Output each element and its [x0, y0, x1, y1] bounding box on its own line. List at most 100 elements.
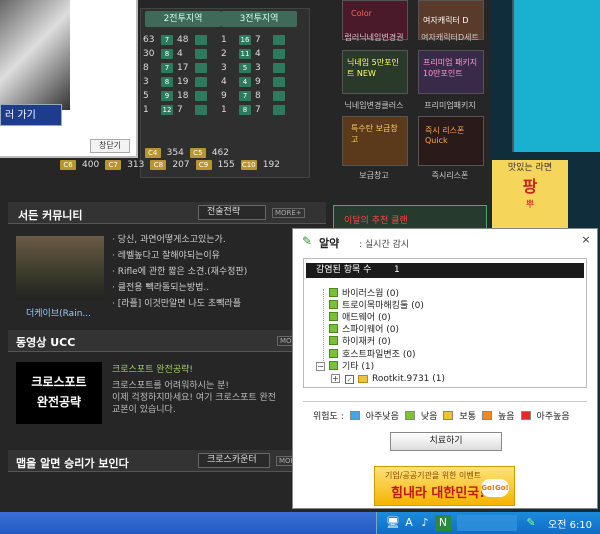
alyac-close-button[interactable]: × [579, 233, 593, 247]
grid-cell: 9 [255, 77, 261, 87]
stat-badge: C6 [60, 160, 76, 170]
grid-badge: 8 [239, 105, 251, 115]
risk-swatch [443, 411, 454, 420]
banner-6-label[interactable]: 즉시리스폰 [412, 170, 488, 181]
grid-cell: 7 [177, 105, 183, 115]
banner-5-label[interactable]: 보급창고 [336, 170, 412, 181]
grid-badge: 12 [161, 105, 173, 115]
event-banner[interactable]: 기업/공공기관을 위한 이벤트 힘내라 대한민국! Go!Go! [374, 466, 515, 506]
zone-2-header[interactable]: 2전투지역 [145, 11, 221, 27]
banner-2-label[interactable]: 여자캐릭터D세트 [412, 32, 488, 43]
grid-badge: 9 [161, 91, 173, 101]
ucc-thumb-line1: 크로스포트 [31, 375, 87, 389]
clan-recommend-title[interactable]: 이달의 추천 클랜 [344, 213, 408, 226]
grid-badge [195, 49, 207, 59]
ramen-ad-banner[interactable]: 맛있는 라면 팡 뿌 [492, 160, 568, 232]
alyac-tray-icon[interactable]: ✎ [523, 515, 539, 531]
grid-cell: 2 [221, 49, 227, 59]
banner-nickname[interactable]: 닉네임 5만포인트 NEW [342, 50, 408, 94]
ucc-desc-line: 이제 걱정하지마세요! 여기 크로스포트 완전 [112, 393, 277, 403]
grid-row: 1 12 7 [143, 103, 207, 117]
community-more-link[interactable]: MORE+ [272, 208, 305, 218]
network-icon[interactable]: 🖥 [385, 515, 401, 531]
rootkit-label: Rootkit.9731 (1) [372, 374, 446, 384]
risk-level-text: 아주낮음 [365, 412, 399, 422]
alyac-alert-popup: ✎ 알약 : 실시간 감시 × 감염된 항목 수 1 바이러스웜 (0) 트로이목… [292, 228, 598, 509]
community-list-item[interactable]: · Rifle에 관한 짧은 소견.(재수정판) [112, 264, 247, 277]
community-thumb-caption[interactable]: 더케이브(Rain... [26, 306, 91, 319]
banner-respawn[interactable]: 즉시 리스폰 Quick [418, 116, 484, 166]
community-title: 서든 커뮤니티 [18, 209, 83, 222]
grid-badge: 8 [161, 49, 173, 59]
detection-category[interactable]: 애드웨어 (0) [329, 310, 391, 323]
detection-category[interactable]: 바이러스웜 (0) [329, 286, 400, 299]
stat-value: 207 [172, 160, 190, 170]
tree-subitem-rootkit[interactable]: ✓ Rootkit.9731 (1) [345, 373, 445, 385]
banner-1-label[interactable]: 럽러닉네임변경권 [336, 32, 412, 43]
ucc-description: 크로스포트를 어려워하시는 분! 이제 걱정하지마세요! 여기 크로스포트 완전… [112, 380, 276, 416]
stat-badge: C8 [150, 160, 167, 170]
tree-expand-toggle[interactable]: + [331, 374, 340, 383]
banner-4-label[interactable]: 프리미엄패키지 [412, 100, 488, 111]
grid-cell: 48 [177, 35, 189, 45]
popup-close-button[interactable]: 창닫기 [90, 139, 130, 153]
ime-icon[interactable]: A [401, 515, 417, 531]
community-item-text: [라플] 이것만알면 나도 초빽라플 [117, 299, 241, 309]
grid-badge [273, 35, 285, 45]
infected-count-value: 1 [394, 265, 400, 275]
naver-icon[interactable]: N [435, 515, 451, 531]
map-guide-dropdown[interactable]: 크로스카운터 [198, 453, 270, 468]
grid-cell: 8 [143, 63, 149, 73]
community-list-item[interactable]: · [라플] 이것만알면 나도 초빽라플 [112, 296, 241, 309]
banner-3-label[interactable]: 닉네임변경클러스 [336, 100, 412, 111]
taskbar-clock[interactable]: 오전 6:10 [548, 516, 592, 531]
grid-badge [195, 35, 207, 45]
popup-character-image [0, 0, 70, 110]
category-label: 바이러스웜 (0) [342, 288, 400, 299]
community-item-text: 클전용 빽라돌되는방법.. [117, 283, 210, 293]
risk-swatch [349, 411, 360, 420]
grid-row: 3 8 19 [143, 75, 207, 89]
ucc-thumbnail[interactable]: 크로스포트 완전공략 [16, 362, 102, 424]
detection-category[interactable]: 트로이목마해킹툴 (0) [329, 298, 424, 311]
detection-category[interactable]: 하이재커 (0) [329, 335, 391, 347]
grid-cell: 4 [177, 49, 183, 59]
category-icon [329, 348, 338, 358]
grid-badge [273, 49, 285, 59]
community-category-dropdown[interactable]: 전술전략 [198, 205, 266, 220]
event-headline: 힘내라 대한민국! [391, 486, 486, 501]
event-gogo-badge: Go!Go! [481, 479, 509, 497]
stat-badge: C9 [195, 160, 212, 170]
grid-cell: 4 [221, 77, 227, 87]
stat-badge: C4 [144, 148, 161, 158]
community-thumbnail[interactable] [16, 236, 104, 300]
detection-category[interactable]: 기타 (1) [329, 359, 375, 372]
detection-category[interactable]: 호스트파일변조 (0) [329, 347, 416, 360]
banner-premium[interactable]: 프리미엄 패키지 10만포인트 [418, 50, 484, 94]
detection-category[interactable]: 스파이웨어 (0) [329, 323, 399, 335]
banner-supply[interactable]: 특수탄 보급창고 [342, 116, 408, 166]
rootkit-checkbox[interactable]: ✓ [345, 374, 354, 384]
grid-cell: 63 [143, 35, 155, 45]
community-list-item[interactable]: · 레벨높다고 잘해야되는이유 [112, 248, 220, 261]
tree-collapse-toggle[interactable]: − [316, 362, 325, 371]
banner-nickname-text: 닉네임 5만포인트 NEW [347, 58, 399, 78]
grid-row: 353 [221, 61, 285, 75]
community-list-item[interactable]: · 당신, 과연어떻게소고있는가. [112, 232, 226, 245]
speaker-icon[interactable]: ♪ [417, 515, 433, 531]
category-label: 기타 (1) [342, 361, 375, 372]
community-list-item[interactable]: · 클전용 빽라돌되는방법.. [112, 280, 209, 293]
ucc-headline[interactable]: 크로스포트 완전공략! [112, 362, 193, 375]
popup-go-button[interactable]: 러 가기 [0, 104, 62, 126]
grid-row: 9 78 [221, 89, 285, 103]
grid-badge [273, 91, 285, 101]
notice-popup: 러 가기 창닫기 [0, 0, 138, 158]
grid-badge: 7 [161, 63, 173, 73]
ucc-desc-line: 크로스포트를 어려워하시는 분! [112, 381, 229, 391]
banner-respawn-text: 즉시 리스폰 Quick [425, 126, 465, 145]
category-label: 호스트파일변조 (0) [342, 349, 416, 360]
banner-color-text: Color [351, 9, 372, 18]
cure-button[interactable]: 치료하기 [390, 432, 502, 451]
grid-badge: 7 [161, 35, 173, 45]
zone-3-header[interactable]: 3전투지역 [221, 11, 297, 27]
